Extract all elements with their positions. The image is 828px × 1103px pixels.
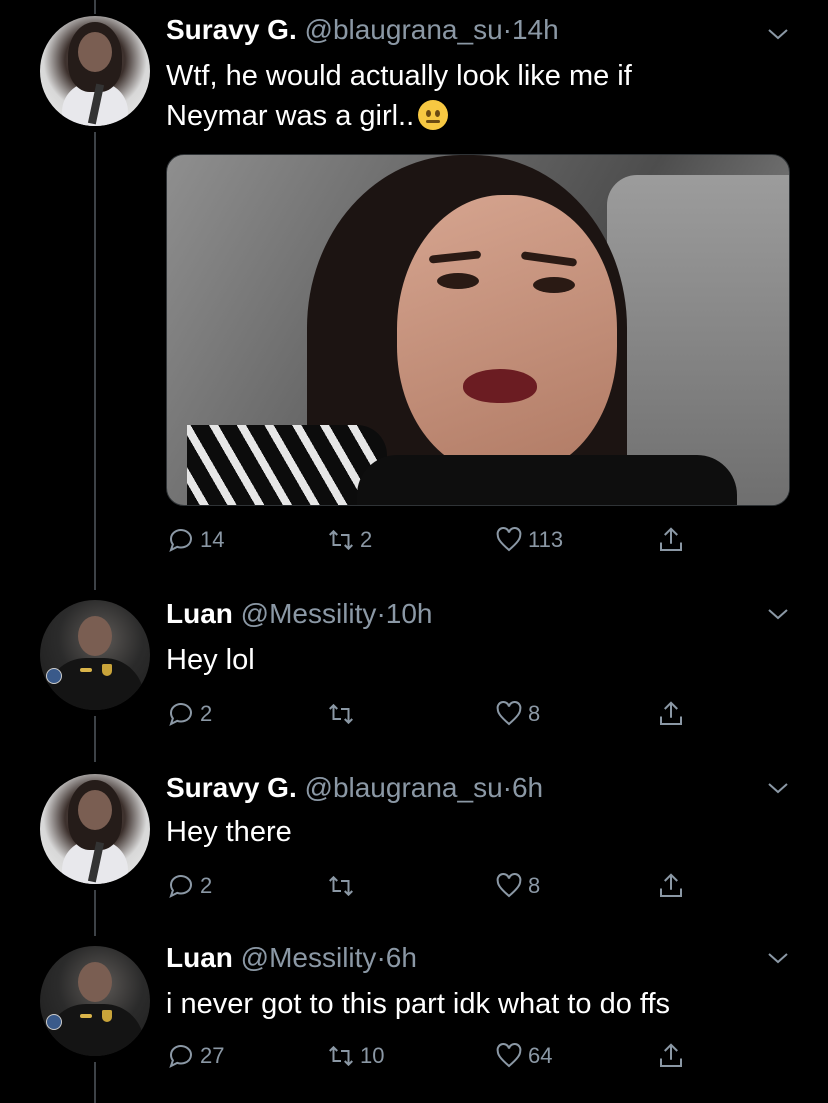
tweet-text: Wtf, he would actually look like me if N… <box>166 56 726 136</box>
reply-icon <box>169 703 192 726</box>
separator-dot: · <box>376 598 386 629</box>
avatar[interactable] <box>40 774 150 884</box>
retweet-button[interactable] <box>326 696 360 732</box>
reply-icon <box>169 875 192 898</box>
like-count: 8 <box>528 873 541 898</box>
separator-dot: · <box>502 14 512 45</box>
heart-icon <box>496 701 522 726</box>
display-name[interactable]: Suravy G. <box>166 772 297 803</box>
display-name[interactable]: Suravy G. <box>166 14 297 45</box>
like-count: 113 <box>528 527 564 552</box>
tweet[interactable]: Luan @Messility·10h Hey lol 2 8 <box>0 590 828 760</box>
separator-dot: · <box>376 942 386 973</box>
tweet-actions: 14 2 113 <box>166 522 726 558</box>
like-button[interactable]: 113 <box>494 522 563 558</box>
retweet-count: 2 <box>360 527 373 552</box>
tweet-header: Suravy G. @blaugrana_su·6h <box>166 772 543 804</box>
avatar[interactable] <box>40 16 150 126</box>
share-icon <box>660 701 682 725</box>
share-icon <box>660 1043 682 1067</box>
user-handle[interactable]: @blaugrana_su <box>305 772 503 803</box>
user-handle[interactable]: @blaugrana_su <box>305 14 503 45</box>
separator-dot: · <box>502 772 512 803</box>
reply-count: 2 <box>200 873 213 898</box>
display-name[interactable]: Luan <box>166 942 233 973</box>
chevron-down-icon[interactable] <box>766 776 790 800</box>
timestamp[interactable]: 6h <box>386 942 417 973</box>
like-button[interactable]: 8 <box>494 868 540 904</box>
tweet-header: Luan @Messility·10h <box>166 598 432 630</box>
tweet-text-content: Wtf, he would actually look like me if N… <box>166 60 632 132</box>
retweet-icon <box>329 875 353 897</box>
chevron-down-icon[interactable] <box>766 602 790 626</box>
reply-count: 14 <box>200 527 225 552</box>
tweet-header: Luan @Messility·6h <box>166 942 417 974</box>
tweet[interactable]: Luan @Messility·6h i never got to this p… <box>0 936 828 1103</box>
reply-button[interactable]: 2 <box>166 868 212 904</box>
retweet-icon <box>329 1045 353 1067</box>
tweet-text: Hey lol <box>166 644 255 676</box>
user-handle[interactable]: @Messility <box>241 598 377 629</box>
reply-button[interactable]: 27 <box>166 1038 224 1074</box>
reply-icon <box>169 529 192 552</box>
retweet-count: 10 <box>360 1043 385 1068</box>
share-button[interactable] <box>656 1038 686 1074</box>
avatar[interactable] <box>40 600 150 710</box>
display-name[interactable]: Luan <box>166 598 233 629</box>
reply-button[interactable]: 14 <box>166 522 224 558</box>
tweet-header: Suravy G. @blaugrana_su·14h <box>166 14 559 46</box>
like-button[interactable]: 64 <box>494 1038 552 1074</box>
tweet-text: Hey there <box>166 816 292 848</box>
tweet[interactable]: Suravy G. @blaugrana_su·14h Wtf, he woul… <box>0 0 828 590</box>
retweet-button[interactable] <box>326 868 360 904</box>
like-count: 8 <box>528 701 541 726</box>
reply-count: 27 <box>200 1043 225 1068</box>
avatar[interactable] <box>40 946 150 1056</box>
neutral-face-icon <box>418 100 449 130</box>
tweet-actions: 2 8 <box>166 696 726 732</box>
tweet[interactable]: Suravy G. @blaugrana_su·6h Hey there 2 8 <box>0 762 828 934</box>
reply-count: 2 <box>200 701 213 726</box>
chevron-down-icon[interactable] <box>766 22 790 46</box>
retweet-button[interactable]: 2 <box>326 522 372 558</box>
heart-icon <box>496 873 522 898</box>
timestamp[interactable]: 14h <box>512 14 559 45</box>
heart-icon <box>496 1043 522 1068</box>
timestamp[interactable]: 10h <box>386 598 433 629</box>
tweet-actions: 2 8 <box>166 868 726 904</box>
like-button[interactable]: 8 <box>494 696 540 732</box>
retweet-icon <box>329 529 353 551</box>
share-button[interactable] <box>656 696 686 732</box>
tweet-text: i never got to this part idk what to do … <box>166 988 671 1020</box>
share-button[interactable] <box>656 868 686 904</box>
retweet-button[interactable]: 10 <box>326 1038 384 1074</box>
chevron-down-icon[interactable] <box>766 946 790 970</box>
share-button[interactable] <box>656 522 686 558</box>
user-handle[interactable]: @Messility <box>241 942 377 973</box>
tweet-image[interactable] <box>166 154 790 506</box>
reply-icon <box>169 1045 192 1068</box>
heart-icon <box>496 527 522 552</box>
share-icon <box>660 873 682 897</box>
timestamp[interactable]: 6h <box>512 772 543 803</box>
like-count: 64 <box>528 1043 553 1068</box>
retweet-icon <box>329 703 353 725</box>
tweet-actions: 27 10 64 <box>166 1038 726 1074</box>
share-icon <box>660 527 682 551</box>
reply-button[interactable]: 2 <box>166 696 212 732</box>
